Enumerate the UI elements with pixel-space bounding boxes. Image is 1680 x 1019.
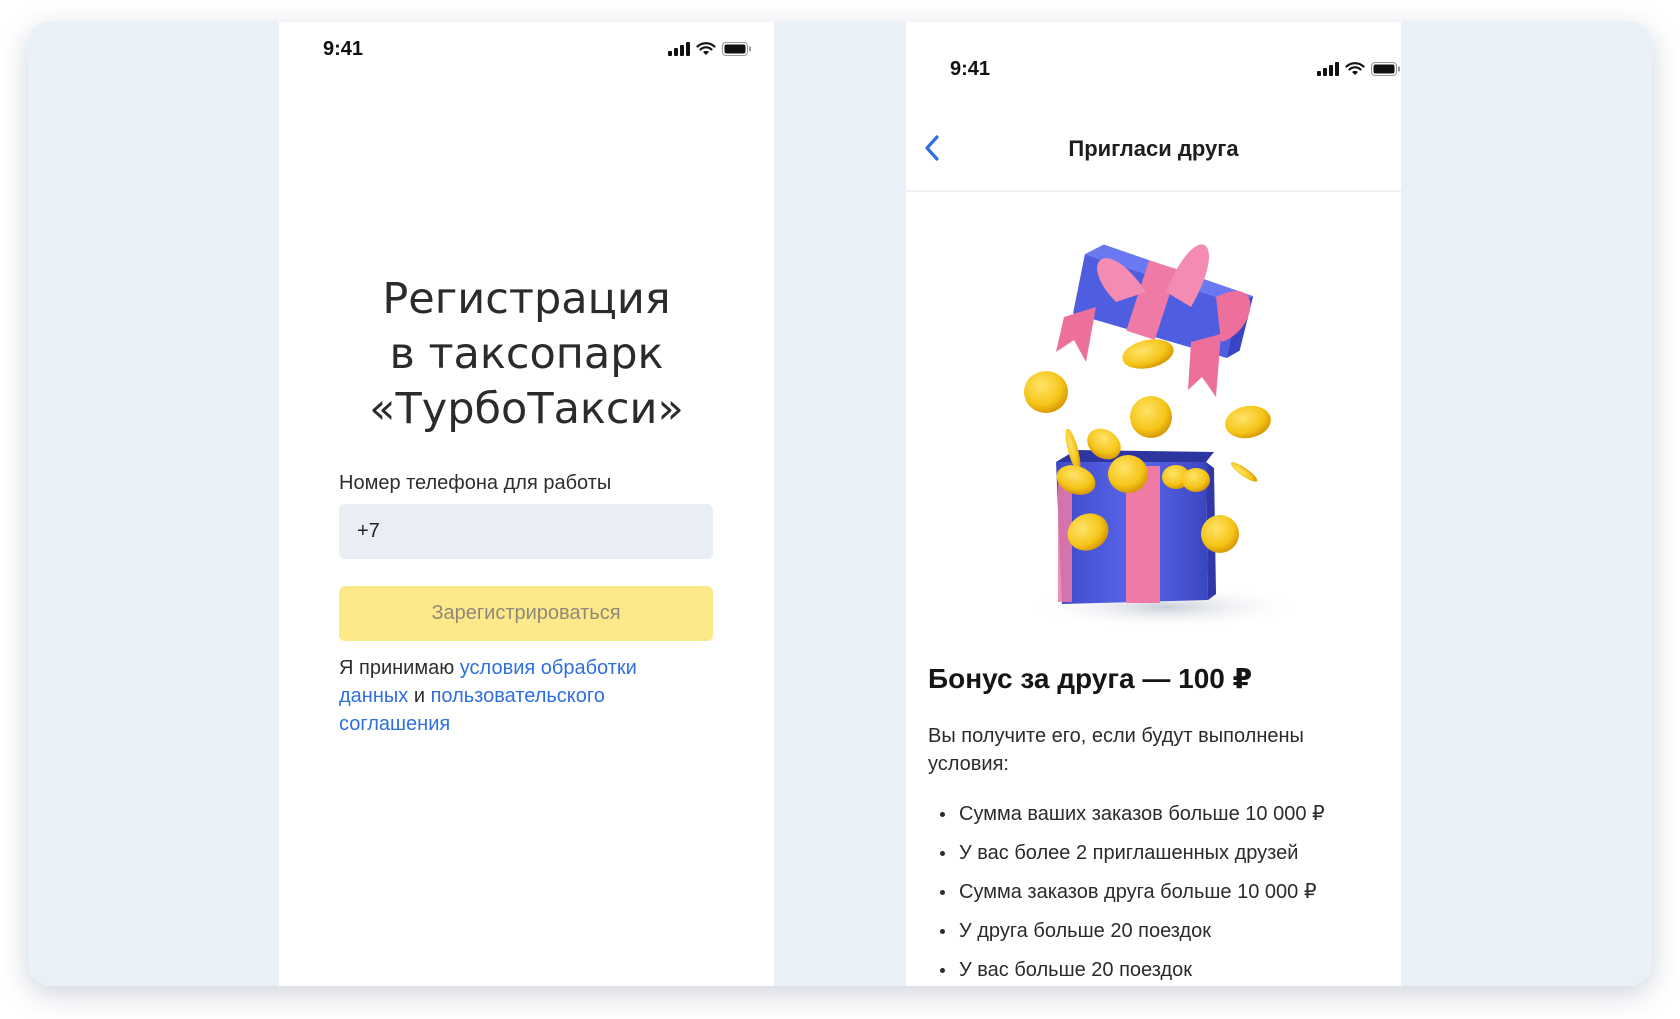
battery-icon: [1371, 62, 1400, 76]
status-time: 9:41: [323, 38, 364, 60]
status-icons: [1317, 62, 1401, 76]
list-item: У вас более 2 приглашенных друзей: [928, 839, 1325, 867]
title-line-2: в таксопарк: [389, 329, 664, 379]
nav-title: Пригласи друга: [1068, 136, 1239, 161]
terms-text: Я принимаю условия обработки данных и по…: [339, 654, 669, 738]
registration-title: Регистрация в таксопарк «ТурбоТакси»: [279, 272, 774, 437]
nav-bar: Пригласи друга: [906, 112, 1401, 192]
status-time: 9:41: [950, 58, 991, 80]
signal-icon: [1317, 62, 1339, 76]
terms-prefix: Я принимаю: [339, 657, 460, 679]
bullet-icon: [940, 811, 945, 817]
phone-field-label: Номер телефона для работы: [339, 472, 612, 494]
condition-text: Сумма заказов друга больше 10 000 ₽: [959, 881, 1317, 903]
status-icons: [668, 42, 752, 56]
list-item: У вас больше 20 поездок: [928, 956, 1325, 984]
condition-text: У друга больше 20 поездок: [959, 920, 1212, 942]
registration-screen: 9:41 Регистрация в таксопарк «ТурбоТакси…: [279, 22, 774, 986]
invite-screen: 9:41 Пригласи друга Бонус за друга — 100…: [906, 22, 1401, 986]
bullet-icon: [940, 967, 945, 973]
canvas: 9:41 Регистрация в таксопарк «ТурбоТакси…: [28, 22, 1652, 986]
status-bar: 9:41: [906, 58, 1401, 88]
battery-icon: [722, 42, 751, 56]
list-item: Сумма заказов друга больше 10 000 ₽: [928, 878, 1325, 906]
bonus-description: Вы получите его, если будут выполнены ус…: [928, 725, 1304, 775]
condition-text: Сумма ваших заказов больше 10 000 ₽: [959, 803, 1325, 825]
phone-input-value: +7: [357, 520, 380, 542]
wifi-icon: [1345, 62, 1365, 75]
bullet-icon: [940, 928, 945, 934]
phone-input[interactable]: +7: [339, 504, 713, 559]
list-item: Сумма ваших заказов больше 10 000 ₽: [928, 800, 1325, 828]
list-item: У друга больше 20 поездок: [928, 917, 1325, 945]
terms-middle: и: [408, 685, 431, 707]
status-bar: 9:41: [279, 38, 774, 68]
register-button[interactable]: Зарегистрироваться: [339, 586, 713, 641]
title-line-3: «ТурбоТакси»: [369, 384, 684, 434]
title-line-1: Регистрация: [382, 274, 671, 324]
condition-text: У вас больше 20 поездок: [959, 959, 1193, 981]
condition-text: У вас более 2 приглашенных друзей: [959, 842, 1299, 864]
conditions-list: Сумма ваших заказов больше 10 000 ₽ У ва…: [928, 800, 1325, 986]
bullet-icon: [940, 889, 945, 895]
signal-icon: [668, 42, 690, 56]
bonus-title: Бонус за друга — 100 ₽: [928, 663, 1253, 694]
gift-box-illustration: [1024, 244, 1306, 629]
wifi-icon: [696, 42, 716, 55]
bullet-icon: [940, 850, 945, 856]
